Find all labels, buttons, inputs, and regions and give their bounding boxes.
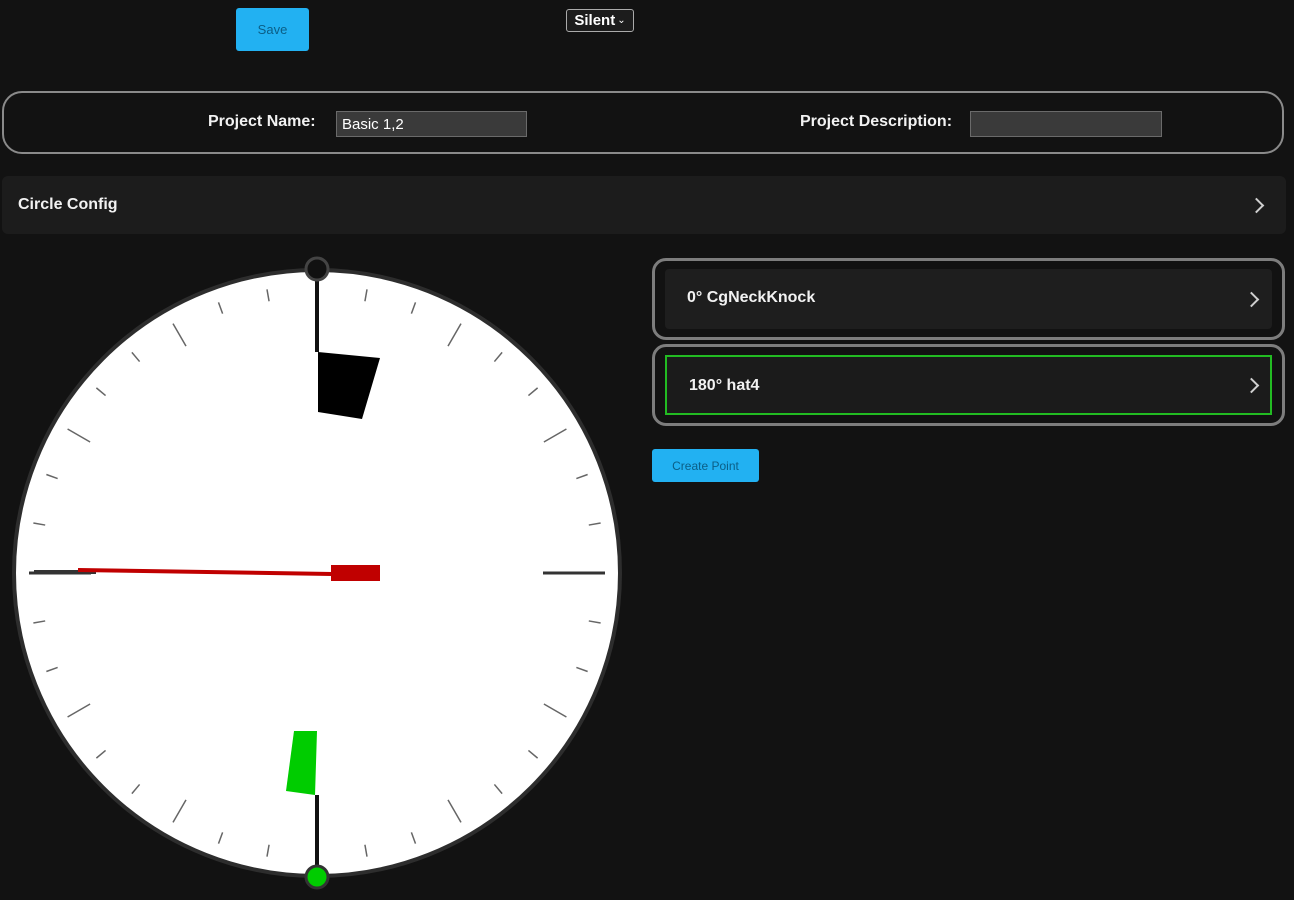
- project-name-label: Project Name:: [208, 113, 316, 130]
- circle-dial[interactable]: [0, 240, 640, 895]
- mode-select-value: Silent: [574, 12, 616, 29]
- project-name-input[interactable]: [336, 111, 527, 137]
- chevron-right-icon: [1248, 197, 1265, 214]
- circle-config-header[interactable]: Circle Config: [2, 176, 1286, 234]
- project-description-label: Project Description:: [800, 113, 953, 130]
- project-bar: Project Name: Project Description:: [2, 91, 1284, 154]
- point-card-selected[interactable]: 180° hat4: [652, 344, 1285, 426]
- circle-config-title: Circle Config: [18, 196, 118, 213]
- point-label: 0° CgNeckKnock: [687, 289, 816, 306]
- chevron-right-icon: [1243, 377, 1260, 394]
- marker-handle-top[interactable]: [304, 256, 330, 282]
- project-description-input[interactable]: [970, 111, 1162, 137]
- point-card-inner: 0° CgNeckKnock: [665, 269, 1272, 329]
- chevron-down-icon: ⌄: [617, 15, 626, 26]
- point-card-inner: 180° hat4: [665, 355, 1272, 415]
- create-point-button[interactable]: Create Point: [652, 449, 759, 482]
- point-card[interactable]: 0° CgNeckKnock: [652, 258, 1285, 340]
- point-label: 180° hat4: [689, 377, 760, 394]
- mode-select[interactable]: Silent ⌄: [566, 9, 634, 32]
- marker-handle-bottom[interactable]: [304, 864, 330, 890]
- chevron-right-icon: [1243, 291, 1260, 308]
- needle-hub: [331, 565, 380, 581]
- save-button[interactable]: Save: [236, 8, 309, 51]
